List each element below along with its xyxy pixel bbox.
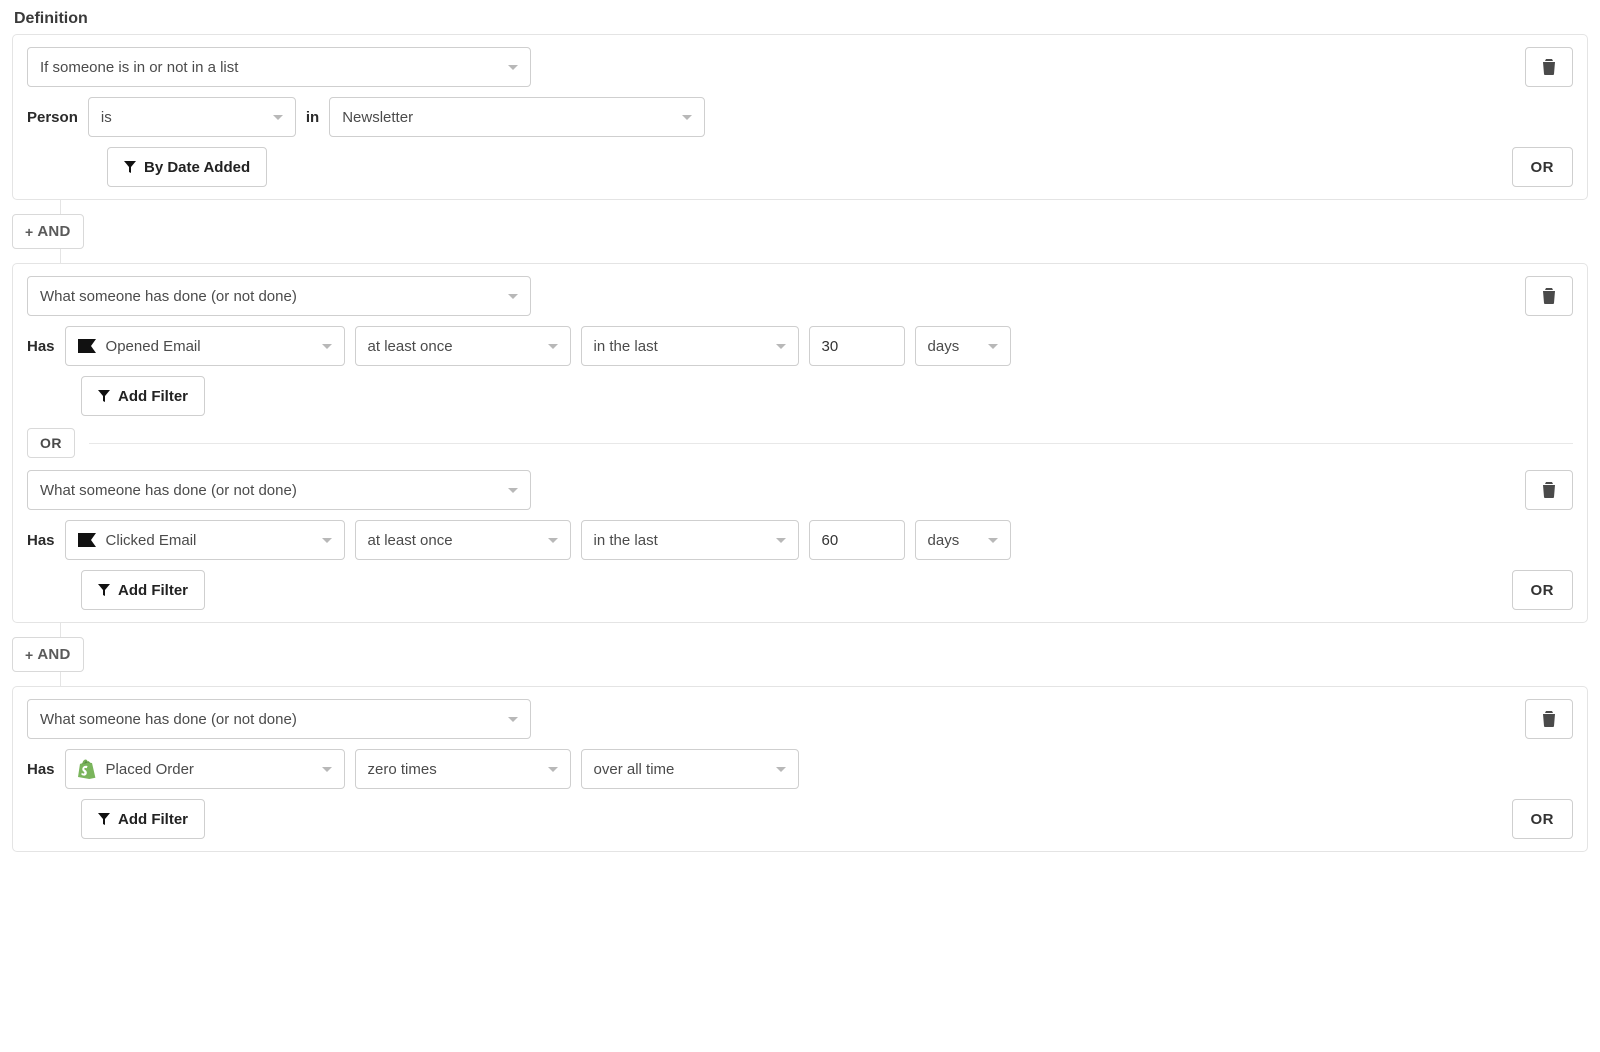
filter-icon	[98, 813, 110, 825]
delete-button[interactable]	[1525, 47, 1573, 87]
condition-group-2: What someone has done (or not done) Has …	[12, 263, 1588, 623]
chevron-down-icon	[273, 115, 283, 120]
condition-type-label: If someone is in or not in a list	[40, 59, 238, 76]
chevron-down-icon	[322, 767, 332, 772]
chevron-down-icon	[508, 488, 518, 493]
frequency-label: at least once	[368, 338, 453, 355]
time-unit-label: days	[928, 338, 960, 355]
or-button[interactable]: OR	[1512, 799, 1574, 839]
has-label: Has	[27, 338, 55, 355]
condition-type-select[interactable]: What someone has done (or not done)	[27, 276, 531, 316]
frequency-label: zero times	[368, 761, 437, 778]
add-filter-button[interactable]: Add Filter	[81, 376, 205, 416]
frequency-label: at least once	[368, 532, 453, 549]
timerange-select[interactable]: in the last	[581, 520, 799, 560]
shopify-icon	[78, 759, 96, 779]
event-select[interactable]: Clicked Email	[65, 520, 345, 560]
add-filter-button[interactable]: Add Filter	[81, 799, 205, 839]
is-select[interactable]: is	[88, 97, 296, 137]
add-filter-label: Add Filter	[118, 811, 188, 828]
add-filter-button[interactable]: Add Filter	[81, 570, 205, 610]
delete-button[interactable]	[1525, 470, 1573, 510]
time-value-input[interactable]: 30	[809, 326, 905, 366]
or-divider: OR	[27, 428, 1573, 458]
timerange-label: over all time	[594, 761, 675, 778]
add-filter-label: Add Filter	[118, 388, 188, 405]
timerange-label: in the last	[594, 338, 658, 355]
chevron-down-icon	[776, 538, 786, 543]
has-label: Has	[27, 532, 55, 549]
chevron-down-icon	[508, 294, 518, 299]
and-connector: + AND	[12, 623, 1588, 686]
condition-type-label: What someone has done (or not done)	[40, 711, 297, 728]
condition-type-select[interactable]: What someone has done (or not done)	[27, 470, 531, 510]
timerange-label: in the last	[594, 532, 658, 549]
time-unit-select[interactable]: days	[915, 520, 1011, 560]
filter-icon	[124, 161, 136, 173]
add-filter-label: Add Filter	[118, 582, 188, 599]
trash-icon	[1542, 482, 1556, 498]
chevron-down-icon	[322, 344, 332, 349]
condition-group-3: What someone has done (or not done) Has …	[12, 686, 1588, 852]
event-label: Placed Order	[106, 761, 194, 778]
and-button[interactable]: + AND	[12, 214, 84, 249]
klaviyo-flag-icon	[78, 533, 96, 547]
time-value-input[interactable]: 60	[809, 520, 905, 560]
section-heading: Definition	[14, 10, 1588, 28]
or-chip: OR	[27, 428, 75, 458]
event-select[interactable]: Opened Email	[65, 326, 345, 366]
trash-icon	[1542, 59, 1556, 75]
frequency-select[interactable]: zero times	[355, 749, 571, 789]
event-label: Opened Email	[106, 338, 201, 355]
condition-group-1: If someone is in or not in a list Person…	[12, 34, 1588, 200]
plus-icon: +	[25, 647, 33, 663]
in-label: in	[306, 109, 319, 126]
has-label: Has	[27, 761, 55, 778]
chevron-down-icon	[508, 65, 518, 70]
timerange-select[interactable]: in the last	[581, 326, 799, 366]
chevron-down-icon	[548, 767, 558, 772]
delete-button[interactable]	[1525, 276, 1573, 316]
timerange-select[interactable]: over all time	[581, 749, 799, 789]
condition-type-label: What someone has done (or not done)	[40, 288, 297, 305]
list-select-label: Newsletter	[342, 109, 413, 126]
by-date-added-button[interactable]: By Date Added	[107, 147, 267, 187]
and-connector: + AND	[12, 200, 1588, 263]
chevron-down-icon	[682, 115, 692, 120]
or-button[interactable]: OR	[1512, 147, 1574, 187]
event-label: Clicked Email	[106, 532, 197, 549]
by-date-added-label: By Date Added	[144, 159, 250, 176]
plus-icon: +	[25, 224, 33, 240]
chevron-down-icon	[322, 538, 332, 543]
chevron-down-icon	[508, 717, 518, 722]
filter-icon	[98, 584, 110, 596]
condition-type-select[interactable]: What someone has done (or not done)	[27, 699, 531, 739]
delete-button[interactable]	[1525, 699, 1573, 739]
filter-icon	[98, 390, 110, 402]
chevron-down-icon	[988, 538, 998, 543]
trash-icon	[1542, 288, 1556, 304]
list-select[interactable]: Newsletter	[329, 97, 705, 137]
chevron-down-icon	[988, 344, 998, 349]
time-unit-label: days	[928, 532, 960, 549]
trash-icon	[1542, 711, 1556, 727]
condition-type-label: What someone has done (or not done)	[40, 482, 297, 499]
time-unit-select[interactable]: days	[915, 326, 1011, 366]
divider-line	[89, 443, 1573, 444]
event-select[interactable]: Placed Order	[65, 749, 345, 789]
or-button[interactable]: OR	[1512, 570, 1574, 610]
chevron-down-icon	[776, 344, 786, 349]
klaviyo-flag-icon	[78, 339, 96, 353]
chevron-down-icon	[548, 344, 558, 349]
and-button[interactable]: + AND	[12, 637, 84, 672]
frequency-select[interactable]: at least once	[355, 520, 571, 560]
is-select-label: is	[101, 109, 112, 126]
person-label: Person	[27, 109, 78, 126]
chevron-down-icon	[776, 767, 786, 772]
and-label: AND	[37, 223, 70, 240]
chevron-down-icon	[548, 538, 558, 543]
and-label: AND	[37, 646, 70, 663]
condition-type-select[interactable]: If someone is in or not in a list	[27, 47, 531, 87]
frequency-select[interactable]: at least once	[355, 326, 571, 366]
